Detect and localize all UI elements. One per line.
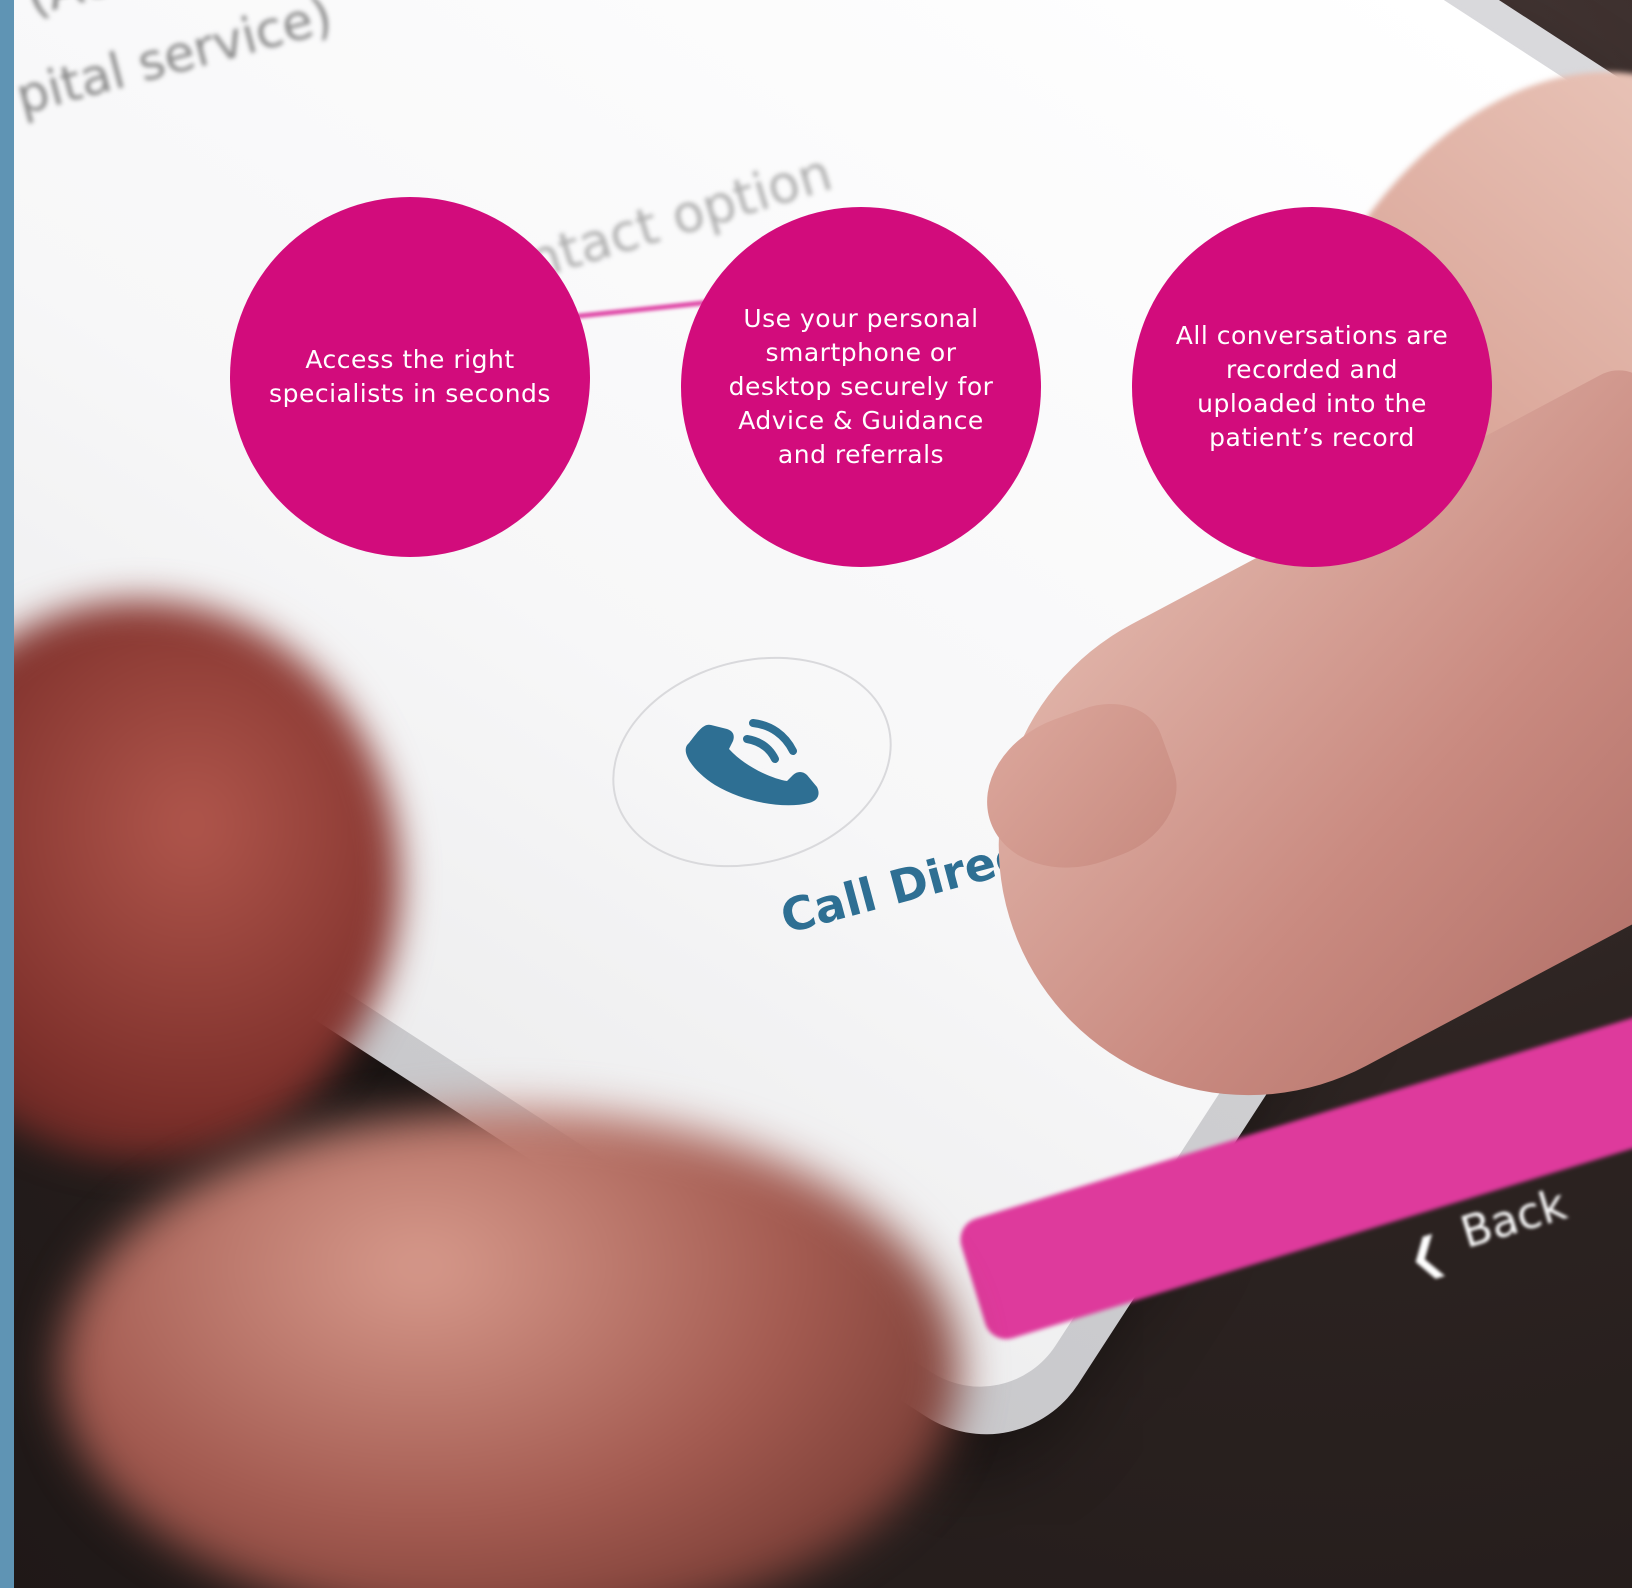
info-bubble-text: Access the right specialists in seconds: [269, 345, 551, 408]
info-bubble-text: All conversations are recorded and uploa…: [1175, 321, 1449, 452]
phone-handset-icon[interactable]: [675, 705, 835, 815]
info-bubble-text: Use your personal smartphone or desktop …: [728, 304, 994, 469]
info-bubble-specialists: Access the right specialists in seconds: [230, 197, 590, 557]
left-accent-strip: [0, 0, 14, 1588]
chevron-left-icon: ❮: [1401, 1225, 1452, 1286]
info-bubble-devices: Use your personal smartphone or desktop …: [681, 207, 1041, 567]
photo-scene: (Acute ... pital service) ntact option C…: [0, 0, 1632, 1588]
info-bubble-recording: All conversations are recorded and uploa…: [1132, 207, 1492, 567]
